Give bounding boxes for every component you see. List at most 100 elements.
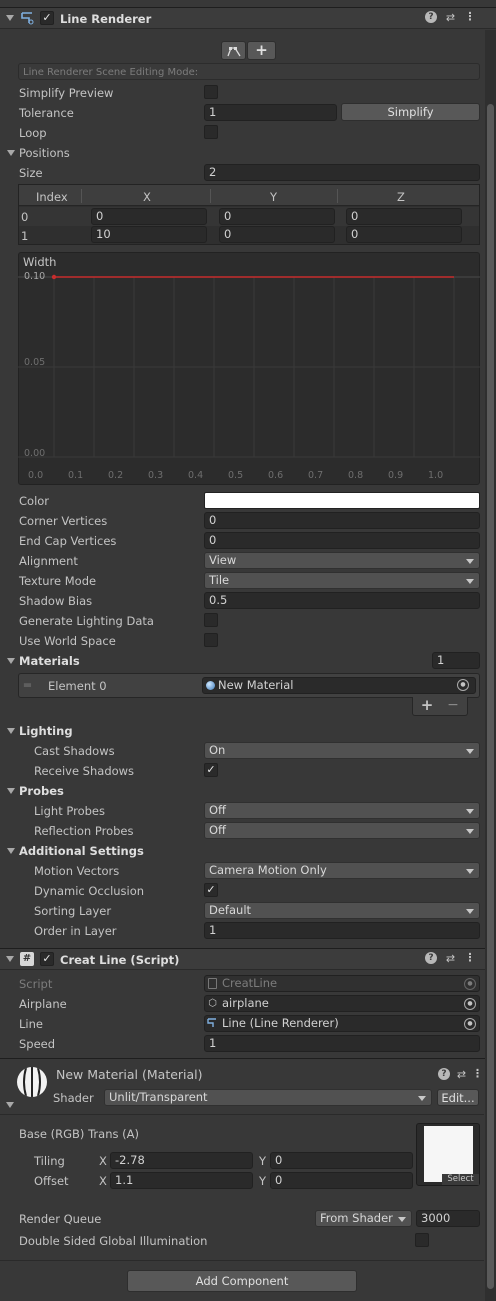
additional-fold-icon[interactable] xyxy=(7,848,15,854)
materials-count-field[interactable]: 1 xyxy=(432,652,480,669)
probes-fold-icon[interactable] xyxy=(7,788,15,794)
row-z[interactable]: 0 xyxy=(346,226,462,243)
simplify-preview-label: Simplify Preview xyxy=(19,86,114,100)
simplify-button[interactable]: Simplify xyxy=(341,103,480,121)
help-icon[interactable]: ? xyxy=(438,1068,450,1080)
light-probes-dropdown[interactable]: Off xyxy=(204,802,480,819)
receive-shadows-checkbox[interactable]: ✓ xyxy=(204,763,218,777)
double-sided-gi-checkbox[interactable] xyxy=(415,1233,429,1247)
size-field[interactable]: 2 xyxy=(204,164,480,181)
corner-vertices-label: Corner Vertices xyxy=(19,514,108,528)
order-in-layer-field[interactable]: 1 xyxy=(204,922,480,939)
motion-vectors-label: Motion Vectors xyxy=(34,864,120,878)
row-z[interactable]: 0 xyxy=(346,208,462,225)
scrollbar-thumb[interactable] xyxy=(487,104,494,1289)
shader-dropdown[interactable]: Unlit/Transparent xyxy=(104,1089,432,1106)
add-component-button[interactable]: Add Component xyxy=(127,1270,357,1292)
alignment-dropdown[interactable]: View xyxy=(204,552,480,569)
object-picker-icon[interactable]: ● xyxy=(457,679,469,691)
material-preview-icon xyxy=(17,1067,47,1097)
context-menu-icon[interactable]: ⋮ xyxy=(464,951,476,964)
cast-shadows-label: Cast Shadows xyxy=(34,744,115,758)
x-tick: 0.3 xyxy=(148,470,164,481)
presets-icon[interactable]: ⇄ xyxy=(455,1068,468,1081)
remove-element-icon[interactable]: − xyxy=(446,698,460,712)
script-field: CreatLine xyxy=(204,975,480,992)
use-world-space-checkbox[interactable] xyxy=(204,633,218,647)
render-queue-dropdown[interactable]: From Shader xyxy=(315,1210,412,1227)
element0-field[interactable]: New Material xyxy=(202,677,476,694)
drag-handle-icon[interactable]: ═ xyxy=(24,678,31,692)
speed-field[interactable]: 1 xyxy=(204,1035,480,1052)
object-picker-icon[interactable]: ● xyxy=(464,1018,476,1030)
positions-label[interactable]: Positions xyxy=(19,146,70,160)
chevron-down-icon xyxy=(466,809,474,814)
tiling-label: Tiling xyxy=(34,1154,65,1168)
add-element-icon[interactable]: + xyxy=(420,698,434,713)
creat-line-enabled-checkbox[interactable]: ✓ xyxy=(40,952,54,966)
fold-arrow-icon[interactable] xyxy=(6,15,14,21)
render-queue-field[interactable]: 3000 xyxy=(416,1210,480,1227)
tiling-y-field[interactable]: 0 xyxy=(270,1152,413,1169)
row-x[interactable]: 10 xyxy=(91,226,207,243)
simplify-preview-checkbox[interactable] xyxy=(204,85,218,99)
presets-icon[interactable]: ⇄ xyxy=(444,952,457,965)
airplane-field[interactable]: airplane xyxy=(204,995,480,1012)
context-menu-icon[interactable]: ⋮ xyxy=(472,1067,483,1080)
receive-shadows-label: Receive Shadows xyxy=(34,764,135,778)
probes-label[interactable]: Probes xyxy=(19,784,64,798)
line-renderer-enabled-checkbox[interactable]: ✓ xyxy=(40,11,54,25)
edit-points-button[interactable] xyxy=(221,41,246,60)
materials-fold-icon[interactable] xyxy=(7,658,15,664)
line-field[interactable]: Line (Line Renderer) xyxy=(204,1015,480,1032)
context-menu-icon[interactable]: ⋮ xyxy=(464,10,476,23)
end-cap-vertices-field[interactable]: 0 xyxy=(204,532,480,549)
shadow-bias-field[interactable]: 0.5 xyxy=(204,592,480,609)
y-tick: 0.10 xyxy=(24,271,46,282)
generate-lighting-checkbox[interactable] xyxy=(204,613,218,627)
row-y[interactable]: 0 xyxy=(219,208,335,225)
chevron-down-icon xyxy=(466,869,474,874)
x-tick: 0.1 xyxy=(68,470,84,481)
lighting-fold-icon[interactable] xyxy=(7,728,15,734)
offset-y-label: Y xyxy=(259,1174,267,1188)
tolerance-field[interactable]: 1 xyxy=(204,104,337,121)
corner-vertices-field[interactable]: 0 xyxy=(204,512,480,529)
sorting-layer-label: Sorting Layer xyxy=(34,904,112,918)
offset-x-field[interactable]: 1.1 xyxy=(110,1172,253,1189)
materials-label[interactable]: Materials xyxy=(19,654,80,668)
dynamic-occlusion-checkbox[interactable]: ✓ xyxy=(204,883,218,897)
cast-shadows-dropdown[interactable]: On xyxy=(204,742,480,759)
base-texture-label: Base (RGB) Trans (A) xyxy=(19,1127,139,1141)
help-icon[interactable]: ? xyxy=(425,952,437,964)
reflection-probes-label: Reflection Probes xyxy=(34,824,134,838)
sorting-layer-dropdown[interactable]: Default xyxy=(204,902,480,919)
x-tick: 0.9 xyxy=(388,470,404,481)
shader-edit-button[interactable]: Edit... xyxy=(437,1089,479,1106)
color-swatch[interactable] xyxy=(204,492,480,509)
row-x[interactable]: 0 xyxy=(91,208,207,225)
chevron-down-icon xyxy=(466,909,474,914)
additional-settings-label[interactable]: Additional Settings xyxy=(19,844,144,858)
object-picker-icon[interactable]: ● xyxy=(464,998,476,1010)
texture-mode-value: Tile xyxy=(209,573,230,587)
fold-arrow-icon[interactable] xyxy=(6,956,14,962)
loop-checkbox[interactable] xyxy=(204,125,218,139)
lighting-label[interactable]: Lighting xyxy=(19,724,73,738)
row-y[interactable]: 0 xyxy=(219,226,335,243)
presets-icon[interactable]: ⇄ xyxy=(444,11,457,24)
texture-select-tab[interactable]: Select xyxy=(442,1174,479,1185)
width-curve-grid xyxy=(18,274,480,458)
texture-mode-dropdown[interactable]: Tile xyxy=(204,572,480,589)
positions-fold-icon[interactable] xyxy=(7,150,15,156)
help-icon[interactable]: ? xyxy=(425,11,437,23)
airplane-value: airplane xyxy=(222,996,269,1010)
motion-vectors-dropdown[interactable]: Camera Motion Only xyxy=(204,862,480,879)
chevron-down-icon xyxy=(418,1096,426,1101)
create-points-button[interactable]: + xyxy=(247,41,276,60)
reflection-probes-dropdown[interactable]: Off xyxy=(204,822,480,839)
tiling-x-field[interactable]: -2.78 xyxy=(110,1152,253,1169)
offset-y-field[interactable]: 0 xyxy=(270,1172,413,1189)
element0-value: New Material xyxy=(218,678,294,692)
material-fold-icon[interactable] xyxy=(6,1102,14,1108)
